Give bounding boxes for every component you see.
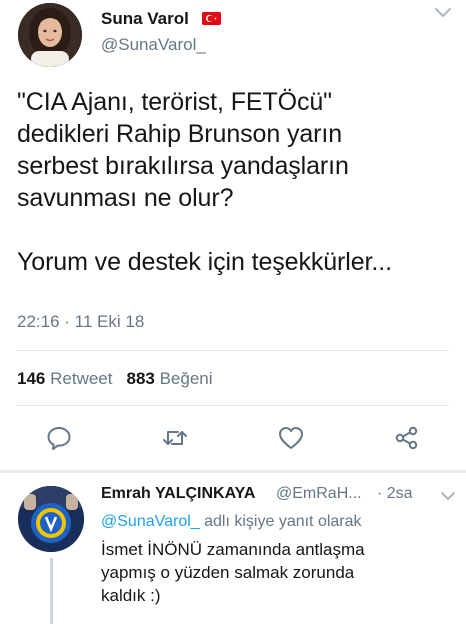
divider <box>17 405 449 406</box>
retweet-icon[interactable] <box>161 424 189 452</box>
reply-text: İsmet İNÖNÜ zamanında antlaşma yapmış o … <box>101 540 365 605</box>
reply-context-label: adlı kişiye yanıt olarak <box>199 513 362 530</box>
turkey-flag-icon <box>202 12 221 25</box>
tweet-text: "CIA Ajanı, terörist, FETÖcü" dedikleri … <box>17 88 392 276</box>
reply-icon[interactable] <box>45 424 73 452</box>
retweet-label: Retweet <box>50 369 113 388</box>
like-label: Beğeni <box>159 369 213 388</box>
tweet-timestamp[interactable]: 22:16 · 11 Eki 18 <box>17 312 144 332</box>
thread-line <box>50 558 53 624</box>
reply-mention-link[interactable]: @SunaVarol_ <box>101 513 200 530</box>
main-tweet: Suna Varol @SunaVarol_ "CIA Ajanı, terör… <box>0 0 466 470</box>
reply-author-name[interactable]: Emrah YALÇINKAYA <box>101 485 255 503</box>
author-handle[interactable]: @SunaVarol_ <box>101 35 206 55</box>
reply-time[interactable]: · 2sa <box>377 485 413 503</box>
share-icon[interactable] <box>393 424 421 452</box>
tweet-separator <box>0 470 466 473</box>
chevron-down-icon[interactable] <box>440 489 456 501</box>
like-icon[interactable] <box>277 424 305 452</box>
divider <box>17 350 449 351</box>
like-stat[interactable]: 883 Beğeni <box>126 369 212 388</box>
tweet-stats: 146 Retweet 883 Beğeni <box>17 369 213 389</box>
chevron-down-icon[interactable] <box>434 6 452 20</box>
retweet-stat[interactable]: 146 Retweet <box>17 369 112 388</box>
reply-avatar[interactable] <box>18 486 84 552</box>
like-count: 883 <box>126 369 155 388</box>
author-name[interactable]: Suna Varol <box>101 9 189 29</box>
reply-author-handle[interactable]: @EmRaH... <box>276 485 362 503</box>
author-avatar[interactable] <box>18 3 82 67</box>
retweet-count: 146 <box>17 369 46 388</box>
reply-context: @SunaVarol_ adlı kişiye yanıt olarak <box>101 513 362 531</box>
